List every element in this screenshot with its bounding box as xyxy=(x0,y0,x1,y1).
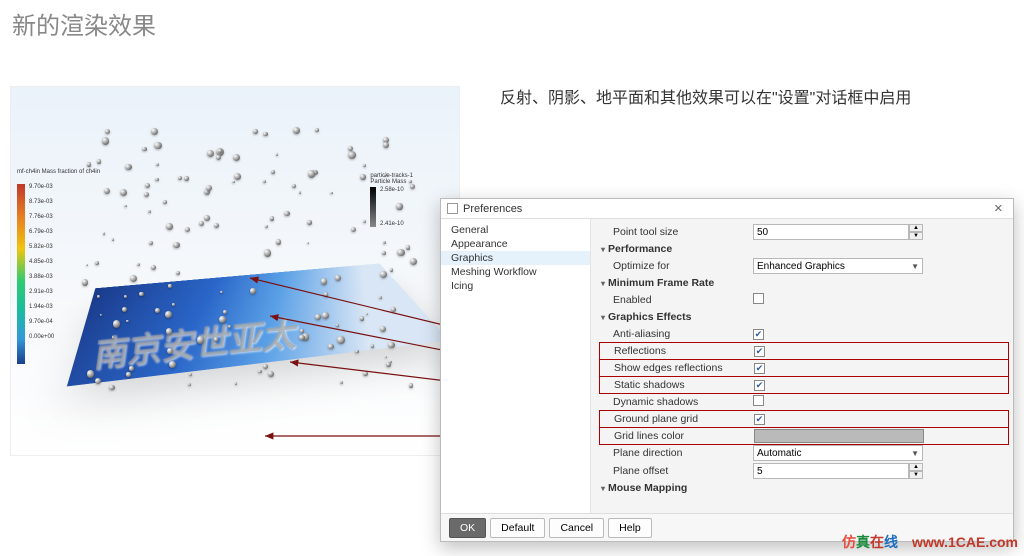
ground-plane-grid-label: Ground plane grid xyxy=(600,413,754,425)
reflections-label: Reflections xyxy=(600,345,754,357)
app-icon xyxy=(447,203,458,214)
page-title: 新的渲染效果 xyxy=(12,6,156,41)
plane-offset-input[interactable] xyxy=(753,463,909,479)
optimize-for-combo[interactable]: Enhanced Graphics▼ xyxy=(753,258,923,274)
point-tool-size-input[interactable] xyxy=(753,224,909,240)
default-button[interactable]: Default xyxy=(490,518,545,538)
spin-down[interactable]: ▼ xyxy=(909,232,923,240)
enabled-label: Enabled xyxy=(599,294,753,306)
preferences-nav: General Appearance Graphics Meshing Work… xyxy=(441,219,591,513)
preferences-content[interactable]: Point tool size ▲▼ Performance Optimize … xyxy=(591,219,1013,513)
help-button[interactable]: Help xyxy=(608,518,652,538)
color-legend xyxy=(17,181,25,364)
plane-offset-label: Plane offset xyxy=(599,465,753,477)
legend-ticks: 9.70e-038.73e-037.76e-03 6.79e-035.82e-0… xyxy=(29,184,54,349)
brand-url: www.1CAE.com xyxy=(912,534,1018,550)
dynamic-shadows-label: Dynamic shadows xyxy=(599,396,753,408)
show-edges-reflections-label: Show edges reflections xyxy=(600,362,754,374)
nav-meshing-workflow[interactable]: Meshing Workflow xyxy=(441,265,590,279)
dialog-title: Preferences xyxy=(463,203,522,215)
ok-button[interactable]: OK xyxy=(449,518,486,538)
static-shadows-label: Static shadows xyxy=(600,379,754,391)
spin-up[interactable]: ▲ xyxy=(909,463,923,471)
spin-down[interactable]: ▼ xyxy=(909,471,923,479)
show-edges-reflections-checkbox[interactable]: ✔ xyxy=(754,363,765,374)
page-footer-brand: 仿真在线 www.1CAE.com xyxy=(842,532,1018,552)
simulation-viewport: mf-ch4in Mass fraction of ch4in 9.70e-03… xyxy=(10,86,460,456)
reflections-checkbox[interactable]: ✔ xyxy=(754,346,765,357)
plane-direction-combo[interactable]: Automatic▼ xyxy=(753,445,923,461)
cancel-button[interactable]: Cancel xyxy=(549,518,604,538)
nav-graphics[interactable]: Graphics xyxy=(441,251,590,265)
brand-text: 仿真在线 xyxy=(842,532,898,552)
plane-direction-label: Plane direction xyxy=(599,447,753,459)
ground-plane-grid-checkbox[interactable]: ✔ xyxy=(754,414,765,425)
section-graphics-effects[interactable]: Graphics Effects xyxy=(599,309,1009,325)
section-performance[interactable]: Performance xyxy=(599,241,1009,257)
anti-aliasing-checkbox[interactable]: ✔ xyxy=(753,329,764,340)
nav-icing[interactable]: Icing xyxy=(441,279,590,293)
page-description: 反射、阴影、地平面和其他效果可以在"设置"对话框中启用 xyxy=(500,86,1000,112)
chevron-down-icon: ▼ xyxy=(911,262,919,271)
nav-general[interactable]: General xyxy=(441,223,590,237)
grid-lines-color-well[interactable] xyxy=(754,429,924,443)
point-tool-size-label: Point tool size xyxy=(599,226,753,238)
particle-legend: particle-tracks-1 Particle Mass 2.58e-10… xyxy=(370,173,413,227)
dynamic-shadows-checkbox[interactable] xyxy=(753,395,764,406)
section-mouse-mapping[interactable]: Mouse Mapping xyxy=(599,480,1009,496)
legend-title: mf-ch4in Mass fraction of ch4in xyxy=(17,169,100,175)
close-icon[interactable]: ✕ xyxy=(990,202,1007,215)
static-shadows-checkbox[interactable]: ✔ xyxy=(754,380,765,391)
nav-appearance[interactable]: Appearance xyxy=(441,237,590,251)
anti-aliasing-label: Anti-aliasing xyxy=(599,328,753,340)
preferences-dialog: Preferences ✕ General Appearance Graphic… xyxy=(440,198,1014,542)
section-min-frame-rate[interactable]: Minimum Frame Rate xyxy=(599,275,1009,291)
dialog-titlebar[interactable]: Preferences ✕ xyxy=(441,199,1013,219)
chevron-down-icon: ▼ xyxy=(911,449,919,458)
optimize-for-label: Optimize for xyxy=(599,260,753,272)
enabled-checkbox[interactable] xyxy=(753,293,764,304)
spin-up[interactable]: ▲ xyxy=(909,224,923,232)
grid-lines-color-label: Grid lines color xyxy=(600,430,754,442)
